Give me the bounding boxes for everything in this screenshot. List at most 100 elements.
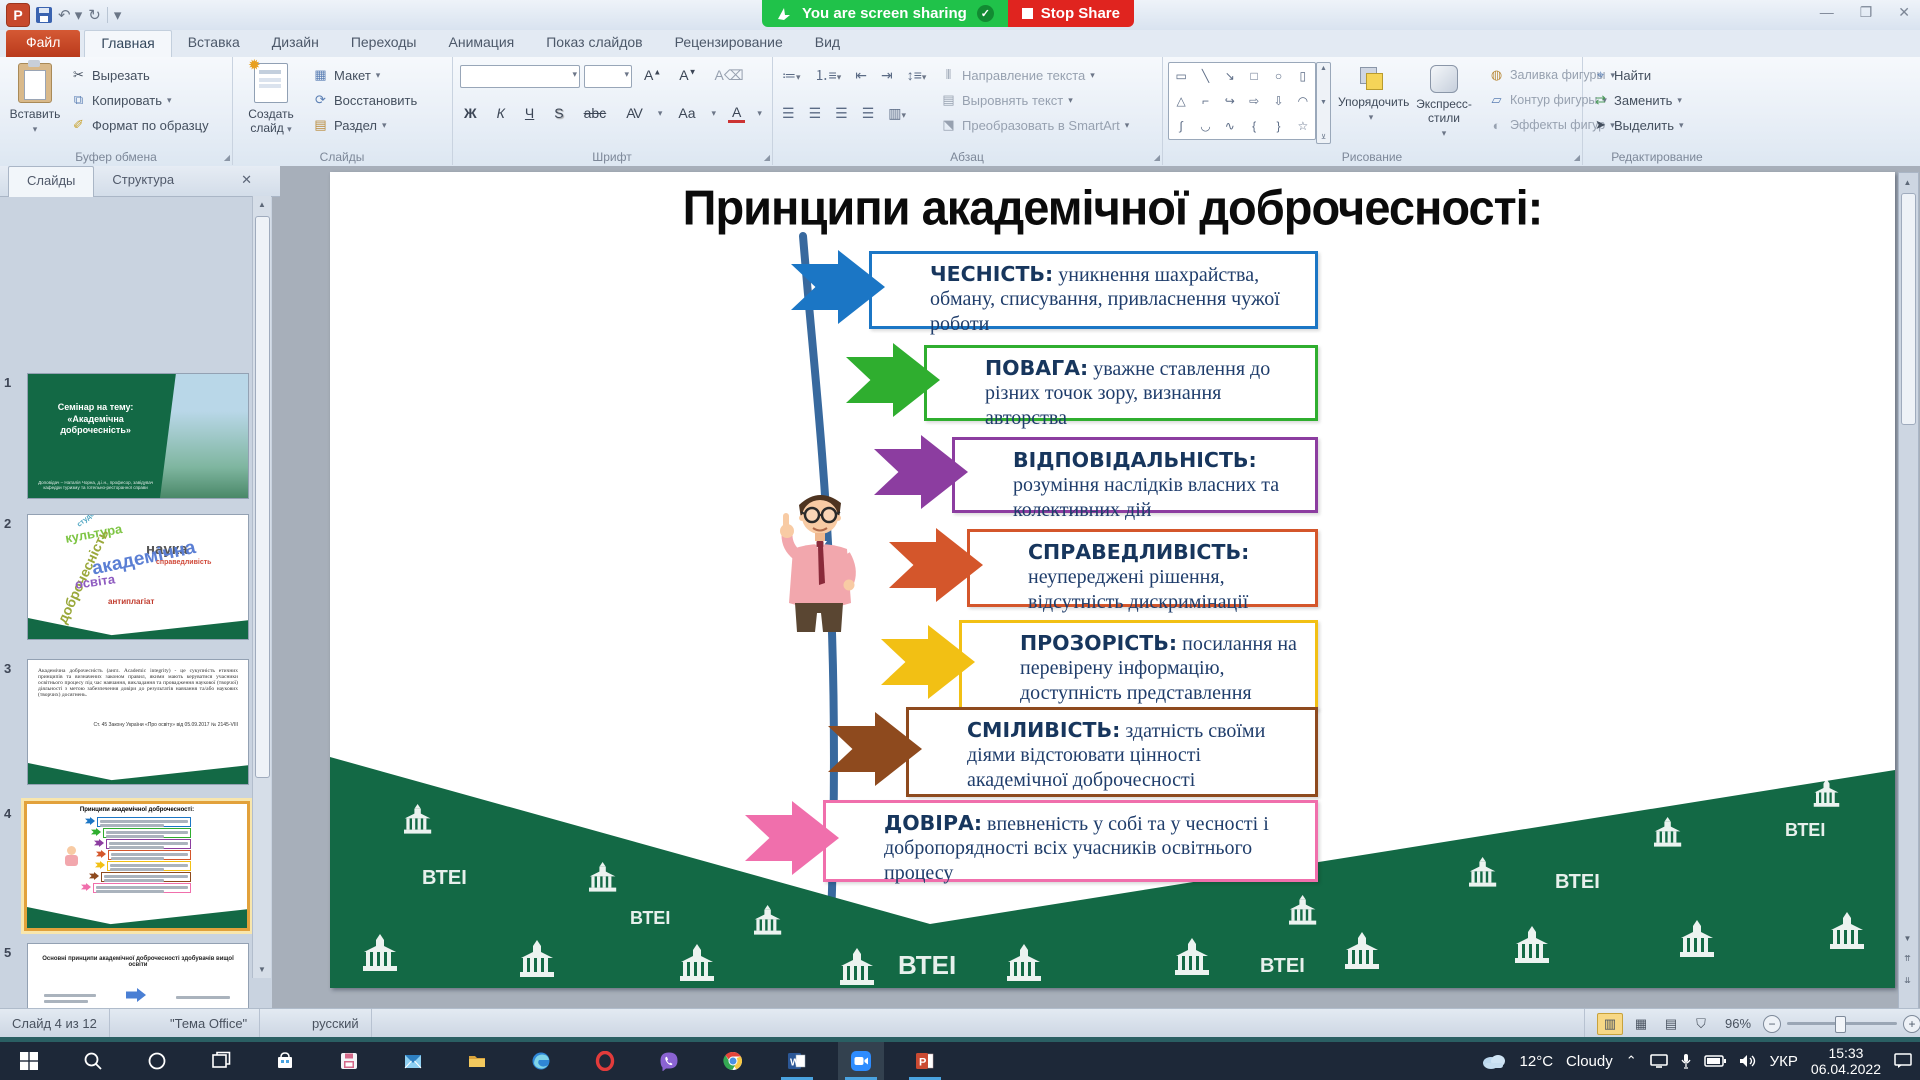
format-painter-button[interactable]: ✐Формат по образцу: [70, 113, 209, 137]
slideshow-button[interactable]: ⛉: [1689, 1014, 1713, 1034]
find-button[interactable]: ⌖Найти: [1592, 63, 1651, 87]
section-button[interactable]: ▤Раздел▾: [312, 113, 387, 137]
language-indicator[interactable]: русский: [300, 1009, 372, 1038]
slide-thumbnail-4[interactable]: Принципи академічної доброчесності:: [24, 801, 250, 931]
font-color-button[interactable]: А: [728, 104, 745, 123]
line-spacing-button[interactable]: ↕≡▾: [907, 67, 927, 83]
dialog-launcher-icon[interactable]: ◢: [1154, 153, 1160, 162]
select-button[interactable]: ➤Выделить▾: [1592, 113, 1684, 137]
microphone-icon[interactable]: [1681, 1053, 1691, 1069]
shape-item[interactable]: ⇩: [1273, 94, 1283, 108]
slide-sorter-button[interactable]: ▦: [1629, 1014, 1653, 1034]
align-center-button[interactable]: ☰: [809, 105, 822, 122]
stop-share-button[interactable]: Stop Share: [1008, 0, 1134, 27]
shape-item[interactable]: ▯: [1300, 69, 1307, 83]
principle-banner-1[interactable]: ЧЕСНІСТЬ: уникнення шахрайства, обману, …: [869, 251, 1318, 329]
close-button[interactable]: ✕: [1898, 4, 1910, 21]
columns-button[interactable]: ▥▾: [888, 105, 906, 122]
battery-icon[interactable]: [1704, 1055, 1726, 1067]
dialog-launcher-icon[interactable]: ◢: [764, 153, 770, 162]
justify-button[interactable]: ☰: [862, 105, 875, 122]
normal-view-button[interactable]: ▥: [1597, 1013, 1623, 1035]
new-slide-button[interactable]: Создать слайд ▾: [238, 61, 304, 145]
scroll-down-icon[interactable]: ▼: [1899, 929, 1916, 947]
next-slide-icon[interactable]: ⇊: [1899, 971, 1916, 989]
shape-item[interactable]: ∿: [1225, 119, 1235, 133]
taskbar-store-icon[interactable]: [262, 1042, 308, 1080]
taskbar-mail-icon[interactable]: [390, 1042, 436, 1080]
redo-icon[interactable]: ↻: [88, 8, 101, 23]
zoom-in-button[interactable]: +: [1903, 1015, 1920, 1033]
taskbar-save-app-icon[interactable]: [326, 1042, 372, 1080]
editor-scrollbar[interactable]: ▲ ▼ ⇈ ⇊: [1898, 172, 1919, 1010]
cast-icon[interactable]: [1650, 1054, 1668, 1068]
reset-button[interactable]: ⟳Восстановить: [312, 88, 417, 112]
shapes-gallery-scroll[interactable]: ▲▼⊻: [1316, 62, 1331, 144]
smartart-button[interactable]: ⬔Преобразовать в SmartArt▾: [940, 113, 1129, 137]
reading-view-button[interactable]: ▤: [1659, 1014, 1683, 1034]
clock[interactable]: 15:33 06.04.2022: [1811, 1045, 1881, 1077]
shape-item[interactable]: }: [1276, 119, 1280, 133]
principle-banner-4[interactable]: СПРАВЕДЛИВІСТЬ: неупереджені рішення, ві…: [967, 529, 1318, 607]
principle-banner-5[interactable]: ПРОЗОРІСТЬ: посилання на перевірену інфо…: [959, 620, 1318, 710]
taskbar-task-view-icon[interactable]: [198, 1042, 244, 1080]
replace-button[interactable]: ⇄Заменить▾: [1592, 88, 1682, 112]
taskbar-cortana-icon[interactable]: [134, 1042, 180, 1080]
grow-font-button[interactable]: A▲: [640, 67, 665, 83]
taskbar-opera-icon[interactable]: [582, 1042, 628, 1080]
tab-Вставка[interactable]: Вставка: [172, 30, 256, 57]
scroll-down-icon[interactable]: ▼: [253, 961, 271, 978]
principle-banner-6[interactable]: СМІЛИВІСТЬ: здатність своїми діями відст…: [906, 707, 1318, 797]
previous-slide-icon[interactable]: ⇈: [1899, 949, 1916, 967]
shape-item[interactable]: ↘: [1225, 69, 1235, 83]
shapes-gallery[interactable]: ▭╲↘□○▯△⌐↪⇨⇩◠∫◡∿{}☆: [1168, 62, 1316, 140]
tab-Главная[interactable]: Главная: [84, 30, 171, 58]
dialog-launcher-icon[interactable]: ◢: [1574, 153, 1580, 162]
shape-item[interactable]: □: [1251, 69, 1258, 83]
taskbar-file-explorer-icon[interactable]: [454, 1042, 500, 1080]
principle-banner-3[interactable]: ВІДПОВІДАЛЬНІСТЬ: розуміння наслідків вл…: [952, 437, 1318, 513]
italic-button[interactable]: К: [493, 105, 509, 121]
clear-format-button[interactable]: A⌫: [711, 67, 748, 84]
principle-banner-7[interactable]: ДОВІРА: впевненість у собі та у чесності…: [823, 800, 1318, 882]
customize-qat-icon[interactable]: ▾: [114, 8, 122, 23]
tab-Анимация[interactable]: Анимация: [433, 30, 531, 57]
arrange-button[interactable]: Упорядочить▾: [1338, 61, 1404, 145]
tab-Рецензирование[interactable]: Рецензирование: [659, 30, 799, 57]
layout-button[interactable]: ▦Макет▾: [312, 63, 380, 87]
align-left-button[interactable]: ☰: [782, 105, 795, 122]
shape-item[interactable]: ╲: [1202, 69, 1209, 83]
quick-styles-button[interactable]: Экспресс-стили▾: [1406, 61, 1482, 145]
maximize-button[interactable]: ❐: [1860, 4, 1873, 21]
panel-close-icon[interactable]: ✕: [241, 172, 252, 188]
panel-tab-Слайды[interactable]: Слайды: [8, 166, 94, 197]
taskbar-edge-icon[interactable]: [518, 1042, 564, 1080]
zoom-slider-thumb[interactable]: [1835, 1016, 1846, 1033]
tab-Показ слайдов[interactable]: Показ слайдов: [530, 30, 658, 57]
scroll-up-icon[interactable]: ▲: [253, 196, 271, 213]
minimize-button[interactable]: —: [1820, 4, 1834, 21]
slide-thumbnail-2[interactable]: культуранаукаакадемічнадоброчесністьосві…: [27, 514, 249, 640]
shape-item[interactable]: ☆: [1297, 119, 1308, 133]
decrease-indent-button[interactable]: ⇤: [855, 67, 867, 84]
cut-button[interactable]: ✂Вырезать: [70, 63, 150, 87]
panel-scrollbar[interactable]: ▲ ▼: [252, 196, 271, 978]
align-right-button[interactable]: ☰: [835, 105, 848, 122]
panel-scroll-thumb[interactable]: [255, 216, 270, 778]
weather-desc[interactable]: Cloudy: [1566, 1053, 1613, 1070]
weather-temp[interactable]: 12°C: [1520, 1053, 1554, 1070]
taskbar-chrome-icon[interactable]: [710, 1042, 756, 1080]
font-size-combo[interactable]: [584, 65, 632, 88]
shape-item[interactable]: ∫: [1180, 119, 1183, 133]
increase-indent-button[interactable]: ⇥: [881, 67, 893, 84]
dialog-launcher-icon[interactable]: ◢: [224, 153, 230, 162]
shape-item[interactable]: ↪: [1225, 94, 1235, 108]
taskbar-word-icon[interactable]: W: [774, 1042, 820, 1080]
bold-button[interactable]: Ж: [460, 105, 481, 121]
bullets-button[interactable]: ≔▾: [782, 67, 801, 84]
tab-Вид[interactable]: Вид: [799, 30, 856, 57]
shape-item[interactable]: ○: [1275, 69, 1282, 83]
change-case-button[interactable]: Aa: [674, 105, 699, 121]
editor-scroll-thumb[interactable]: [1901, 193, 1916, 425]
slide-thumbnail-1[interactable]: Семінар на тему:«Академічна доброчесніст…: [27, 373, 249, 499]
